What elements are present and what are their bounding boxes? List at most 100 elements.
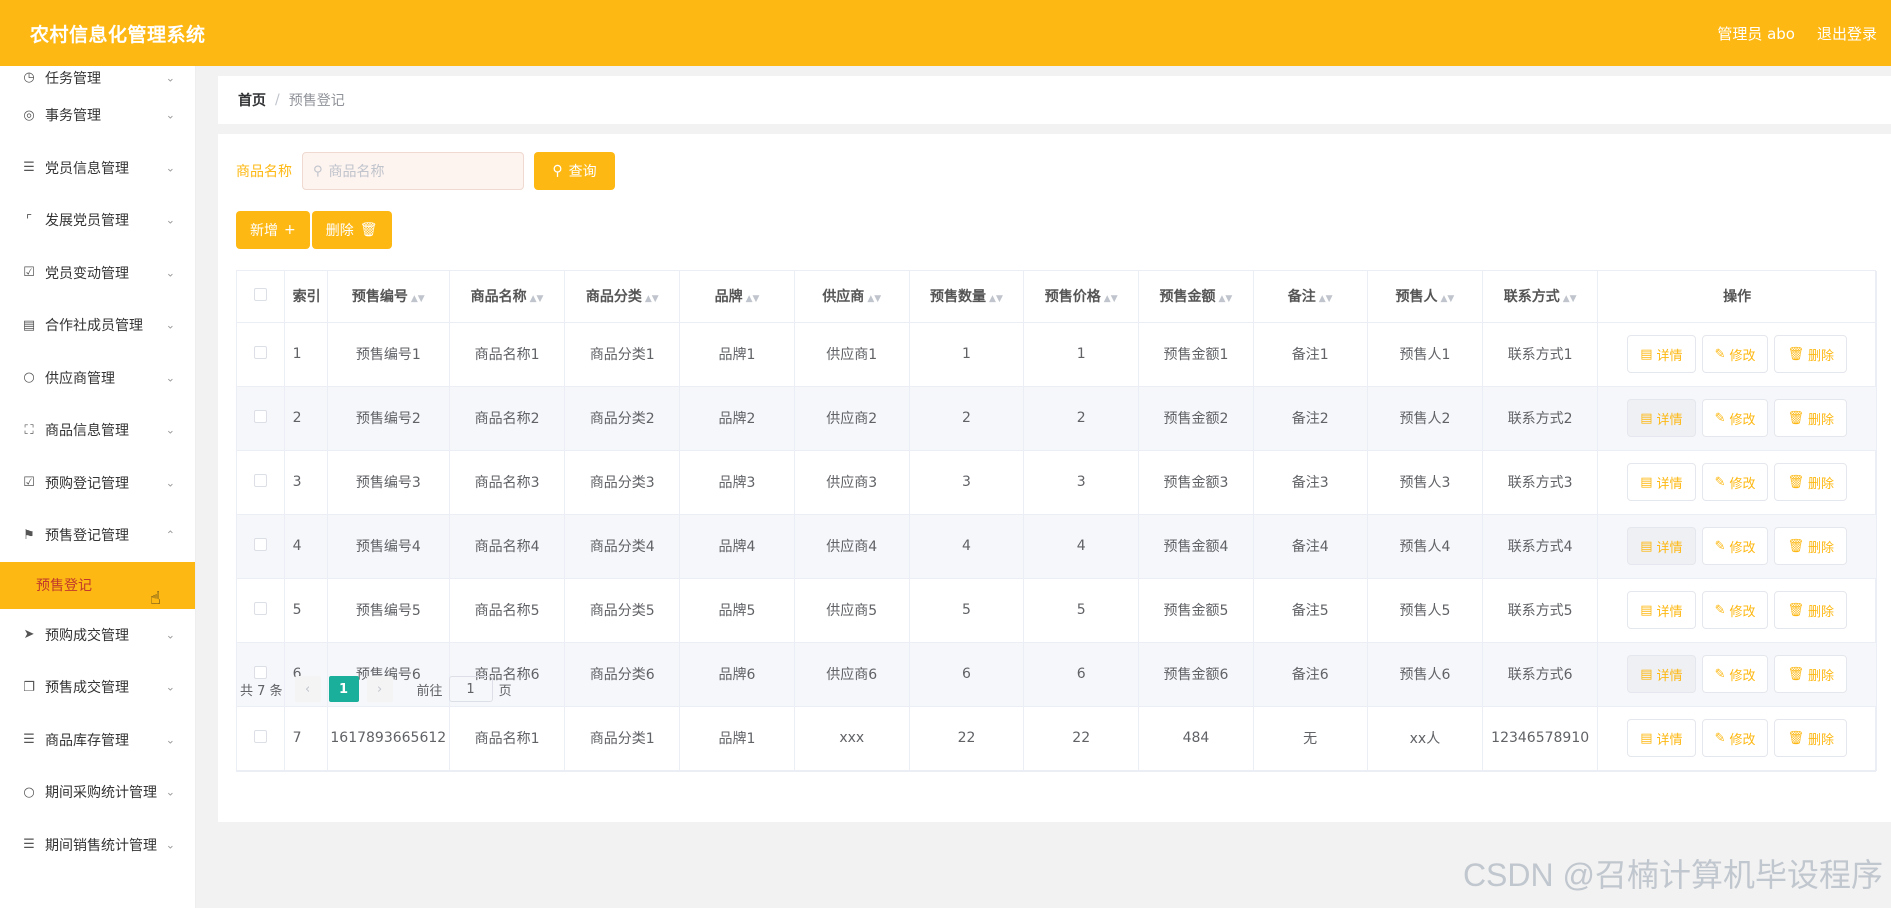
table-cell: 预售编号4 <box>327 514 450 579</box>
column-header[interactable]: 预售金额 ▲▼ <box>1138 271 1254 323</box>
edit-button[interactable]: ✎ 修改 <box>1701 463 1769 501</box>
delete-button[interactable]: 🗑 删除 <box>1774 463 1848 501</box>
sidebar-item-label: 党员信息管理 <box>45 160 129 177</box>
table-cell: 1617893665612 <box>327 706 450 771</box>
sidebar-item-label: 预购登记管理 <box>45 475 129 492</box>
next-page-button[interactable]: › <box>366 676 393 702</box>
chevron-down-icon: ⌄ <box>165 371 175 385</box>
sort-icon[interactable]: ▲▼ <box>1219 294 1233 304</box>
sort-icon[interactable]: ▲▼ <box>1563 294 1577 304</box>
sidebar-item[interactable]: ◎ 事务管理 ⌄ <box>0 89 195 142</box>
search-input[interactable]: ⚲ 商品名称 <box>302 152 524 190</box>
sidebar-item[interactable]: ☑ 预购登记管理 ⌄ <box>0 457 195 510</box>
sidebar-item[interactable]: ☰ 党员信息管理 ⌄ <box>0 142 195 195</box>
search-button[interactable]: ⚲ 查询 <box>534 152 615 190</box>
delete-button[interactable]: 🗑 删除 <box>1774 655 1848 693</box>
column-header[interactable]: 预售价格 ▲▼ <box>1023 271 1140 323</box>
breadcrumb-home[interactable]: 首页 <box>238 90 266 110</box>
sidebar-item[interactable]: ❐ 预售成交管理 ⌄ <box>0 661 195 714</box>
sidebar-item-label: 预购成交管理 <box>45 627 129 644</box>
select-all-header[interactable] <box>237 271 285 323</box>
sort-icon[interactable]: ▲▼ <box>1104 294 1118 304</box>
sidebar-item[interactable]: ☑ 党员变动管理 ⌄ <box>0 247 195 300</box>
column-header[interactable]: 商品分类 ▲▼ <box>564 271 681 323</box>
sort-icon[interactable]: ▲▼ <box>411 294 425 304</box>
detail-button[interactable]: ▤ 详情 <box>1627 655 1696 693</box>
table-cell: 商品分类4 <box>564 514 681 579</box>
sort-icon[interactable]: ▲▼ <box>746 294 760 304</box>
trash-icon: 🗑 <box>1787 730 1804 746</box>
row-checkbox[interactable] <box>253 409 267 423</box>
document-icon: ▤ <box>1640 410 1653 426</box>
column-header[interactable]: 商品名称 ▲▼ <box>449 271 566 323</box>
sidebar-item[interactable]: ☰ 期间销售统计管理 ⌄ <box>0 819 195 872</box>
logout-link[interactable]: 退出登录 <box>1817 23 1877 44</box>
sidebar-item[interactable]: ◷ 任务管理 ⌄ <box>0 66 195 89</box>
add-button-label: 新增 <box>250 223 278 239</box>
sort-icon[interactable]: ▲▼ <box>530 294 544 304</box>
clipboard-check-icon: ☑ <box>23 475 35 491</box>
edit-button[interactable]: ✎ 修改 <box>1701 527 1769 565</box>
column-header[interactable]: 联系方式 ▲▼ <box>1482 271 1599 323</box>
sidebar-item[interactable]: ○ 期间采购统计管理 ⌄ <box>0 766 195 819</box>
detail-button[interactable]: ▤ 详情 <box>1627 335 1696 373</box>
add-button[interactable]: 新增 + <box>236 211 310 249</box>
column-header[interactable]: 预售人 ▲▼ <box>1367 271 1484 323</box>
delete-button[interactable]: 🗑 删除 <box>1774 719 1848 757</box>
chevron-down-icon: ⌄ <box>165 628 175 642</box>
delete-button[interactable]: 🗑 删除 <box>1774 399 1848 437</box>
sidebar-item[interactable]: ⚑ 预售登记管理 ⌃ <box>0 509 195 562</box>
sort-icon[interactable]: ▲▼ <box>989 294 1003 304</box>
row-checkbox[interactable] <box>253 601 267 615</box>
detail-button[interactable]: ▤ 详情 <box>1627 399 1696 437</box>
row-checkbox[interactable] <box>253 473 267 487</box>
edit-button[interactable]: ✎ 修改 <box>1701 335 1769 373</box>
chevron-down-icon: ⌄ <box>165 476 175 490</box>
edit-button[interactable]: ✎ 修改 <box>1701 399 1769 437</box>
sort-icon[interactable]: ▲▼ <box>867 294 881 304</box>
column-header[interactable]: 预售数量 ▲▼ <box>909 271 1025 323</box>
table-cell: 4 <box>909 514 1025 579</box>
table-cell: 联系方式3 <box>1482 450 1599 515</box>
table-cell: 商品名称2 <box>449 386 566 451</box>
detail-button[interactable]: ▤ 详情 <box>1627 527 1696 565</box>
column-header[interactable]: 品牌 ▲▼ <box>679 271 795 323</box>
row-checkbox[interactable] <box>253 345 267 359</box>
table-cell: 商品分类1 <box>564 706 681 771</box>
sidebar-subitem-presale[interactable]: 预售登记 ☝ <box>0 561 195 609</box>
edit-button[interactable]: ✎ 修改 <box>1701 719 1769 757</box>
sort-icon[interactable]: ▲▼ <box>1440 294 1454 304</box>
table-cell: 22 <box>909 706 1025 771</box>
page-number-current[interactable]: 1 <box>328 676 359 702</box>
detail-button[interactable]: ▤ 详情 <box>1627 719 1696 757</box>
delete-button[interactable]: 🗑 删除 <box>1774 335 1848 373</box>
row-checkbox[interactable] <box>253 537 267 551</box>
column-header[interactable]: 备注 ▲▼ <box>1253 271 1368 323</box>
batch-delete-button[interactable]: 删除 🗑 <box>311 211 392 249</box>
sidebar-item[interactable]: ○ 供应商管理 ⌄ <box>0 352 195 405</box>
admin-label[interactable]: 管理员 abo <box>1717 23 1795 44</box>
sidebar-item[interactable]: ☰ 商品库存管理 ⌄ <box>0 714 195 767</box>
column-header[interactable]: 供应商 ▲▼ <box>794 271 910 323</box>
sort-icon[interactable]: ▲▼ <box>645 294 659 304</box>
edit-button[interactable]: ✎ 修改 <box>1701 655 1769 693</box>
sort-icon[interactable]: ▲▼ <box>1319 294 1333 304</box>
sidebar-item[interactable]: ➤ 预购成交管理 ⌄ <box>0 609 195 662</box>
delete-button[interactable]: 🗑 删除 <box>1774 527 1848 565</box>
sidebar-item[interactable]: ⛶ 商品信息管理 ⌄ <box>0 404 195 457</box>
edit-button[interactable]: ✎ 修改 <box>1701 591 1769 629</box>
row-checkbox[interactable] <box>253 729 267 743</box>
detail-button[interactable]: ▤ 详情 <box>1627 591 1696 629</box>
mic-icon: ○ <box>23 370 35 386</box>
prev-page-button[interactable]: ‹ <box>294 676 321 702</box>
detail-button[interactable]: ▤ 详情 <box>1627 463 1696 501</box>
select-all-checkbox[interactable] <box>253 287 267 301</box>
table-cell: 预售人4 <box>1367 514 1484 579</box>
sidebar-item[interactable]: ⌜ 发展党员管理 ⌄ <box>0 194 195 247</box>
main-content: 首页 / 预售登记 商品名称 ⚲ 商品名称 ⚲ 查询 新增 + 删除 🗑 索引 … <box>218 76 1891 822</box>
column-header[interactable]: 预售编号 ▲▼ <box>327 271 450 323</box>
sidebar-item[interactable]: ▤ 合作社成员管理 ⌄ <box>0 299 195 352</box>
delete-button[interactable]: 🗑 删除 <box>1774 591 1848 629</box>
chevron-down-icon: ⌄ <box>165 213 175 227</box>
goto-page-input[interactable]: 1 <box>448 676 493 702</box>
